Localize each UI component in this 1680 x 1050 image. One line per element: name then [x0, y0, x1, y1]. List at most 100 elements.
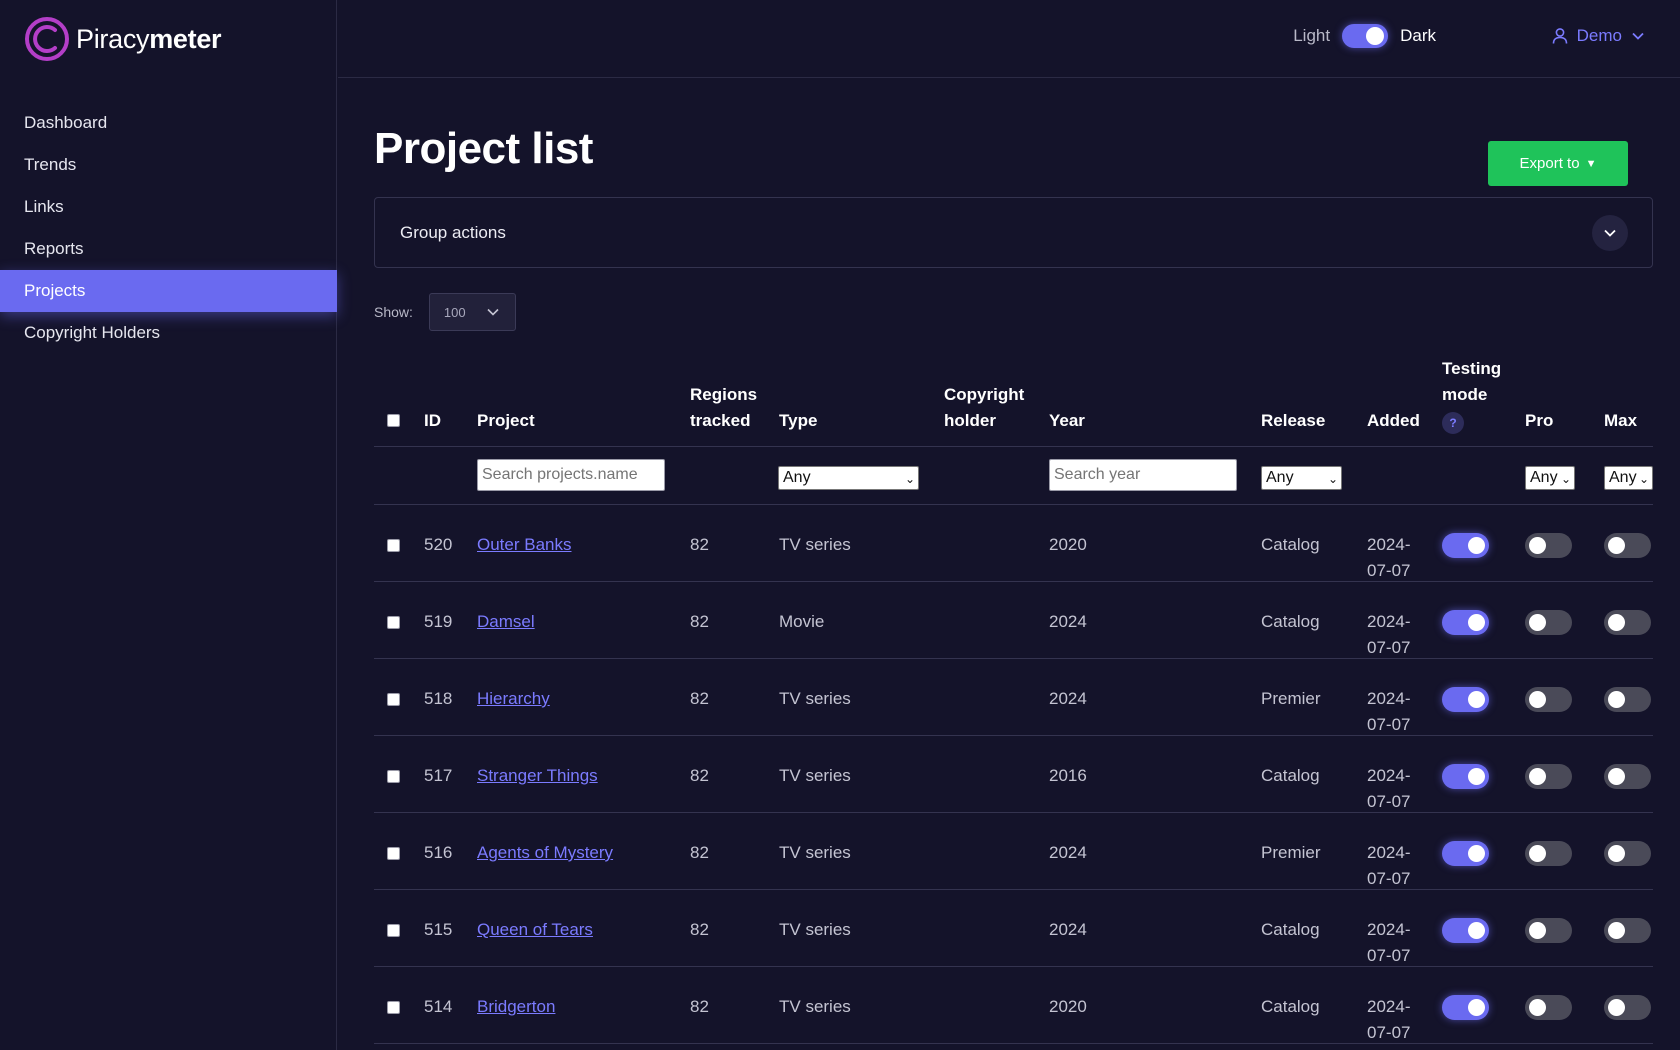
chevron-down-icon: ⌄ [904, 472, 915, 486]
toggle-knob [1608, 845, 1625, 862]
cell-year: 2024 [1049, 920, 1087, 939]
max-toggle[interactable] [1604, 764, 1651, 789]
toggle-knob [1468, 845, 1485, 862]
max-toggle[interactable] [1604, 533, 1651, 558]
max-toggle[interactable] [1604, 995, 1651, 1020]
toggle-knob [1468, 768, 1485, 785]
column-header-testing-line2[interactable]: mode [1442, 382, 1487, 408]
project-search-input[interactable] [477, 459, 665, 491]
pro-filter-select[interactable]: Any ⌄ [1525, 466, 1575, 490]
cell-project-link[interactable]: Stranger Things [477, 763, 598, 789]
cell-year: 2024 [1049, 843, 1087, 862]
chevron-down-icon [1632, 32, 1644, 40]
testing-mode-toggle[interactable] [1442, 918, 1489, 943]
testing-mode-toggle[interactable] [1442, 764, 1489, 789]
pro-toggle[interactable] [1525, 764, 1572, 789]
sidebar-item-trends[interactable]: Trends [0, 144, 337, 186]
table-row: 517 Stranger Things 82 TV series 2016 Ca… [374, 736, 1653, 813]
cell-id: 519 [424, 612, 453, 631]
show-label: Show: [374, 304, 413, 320]
row-checkbox[interactable] [387, 847, 400, 860]
type-filter-select[interactable]: Any ⌄ [778, 466, 919, 490]
cell-release: Catalog [1261, 997, 1320, 1016]
testing-mode-toggle[interactable] [1442, 841, 1489, 866]
row-checkbox[interactable] [387, 924, 400, 937]
column-header-type[interactable]: Type [779, 408, 817, 434]
cell-added-line2: 07-07 [1367, 1023, 1411, 1042]
max-filter-select[interactable]: Any ⌄ [1604, 466, 1653, 490]
testing-mode-toggle[interactable] [1442, 687, 1489, 712]
export-button[interactable]: Export to ▼ [1488, 141, 1628, 186]
pro-toggle[interactable] [1525, 610, 1572, 635]
chevron-down-icon [487, 308, 499, 316]
column-header-holder-line1[interactable]: Copyright [944, 382, 1024, 408]
column-header-max[interactable]: Max [1604, 408, 1637, 434]
user-menu[interactable]: Demo [1551, 26, 1644, 46]
user-name: Demo [1576, 26, 1622, 45]
testing-mode-toggle[interactable] [1442, 533, 1489, 558]
column-header-holder-line2[interactable]: holder [944, 408, 996, 434]
column-header-regions-line1[interactable]: Regions [690, 382, 757, 408]
cell-added-line2: 07-07 [1367, 715, 1411, 734]
testing-mode-toggle[interactable] [1442, 995, 1489, 1020]
pro-toggle[interactable] [1525, 995, 1572, 1020]
brand-logo[interactable]: Piracymeter [24, 16, 222, 62]
testing-mode-toggle[interactable] [1442, 610, 1489, 635]
release-filter-select[interactable]: Any ⌄ [1261, 466, 1342, 490]
caret-down-icon: ▼ [1585, 157, 1597, 170]
table-row: 516 Agents of Mystery 82 TV series 2024 … [374, 813, 1653, 890]
column-header-added[interactable]: Added [1367, 408, 1420, 434]
cell-regions: 82 [690, 843, 709, 862]
toggle-knob [1529, 922, 1546, 939]
row-checkbox[interactable] [387, 770, 400, 783]
cell-project-link[interactable]: Damsel [477, 609, 535, 635]
sidebar-item-projects[interactable]: Projects [0, 270, 337, 312]
projects-table: ID Project Regions tracked Type Copyrigh… [374, 355, 1653, 1044]
theme-dark-label: Dark [1400, 26, 1436, 45]
max-toggle[interactable] [1604, 687, 1651, 712]
page-size-select[interactable]: 100 [428, 293, 516, 331]
row-checkbox[interactable] [387, 616, 400, 629]
table-row: 520 Outer Banks 82 TV series 2020 Catalo… [374, 505, 1653, 582]
table-filters: Any ⌄ Any ⌄ Any ⌄ Any ⌄ [374, 447, 1653, 505]
year-search-input[interactable] [1049, 459, 1237, 491]
row-checkbox[interactable] [387, 693, 400, 706]
cell-project-link[interactable]: Bridgerton [477, 994, 555, 1020]
cell-added-line1: 2024- [1367, 997, 1411, 1016]
cell-added-line1: 2024- [1367, 612, 1411, 631]
cell-project-link[interactable]: Queen of Tears [477, 917, 593, 943]
max-toggle[interactable] [1604, 918, 1651, 943]
column-header-project[interactable]: Project [477, 408, 535, 434]
column-header-pro[interactable]: Pro [1525, 408, 1553, 434]
row-checkbox[interactable] [387, 539, 400, 552]
sidebar-item-links[interactable]: Links [0, 186, 337, 228]
cell-year: 2020 [1049, 535, 1087, 554]
testing-mode-help-icon[interactable]: ? [1442, 412, 1464, 434]
cell-project-link[interactable]: Agents of Mystery [477, 840, 613, 866]
column-header-testing-line1[interactable]: Testing [1442, 356, 1501, 382]
group-actions-panel[interactable]: Group actions [374, 197, 1653, 268]
pro-filter-value: Any [1530, 469, 1558, 486]
cell-project-link[interactable]: Outer Banks [477, 532, 572, 558]
pro-toggle[interactable] [1525, 533, 1572, 558]
column-header-release[interactable]: Release [1261, 408, 1325, 434]
max-filter-value: Any [1609, 469, 1637, 486]
cell-project-link[interactable]: Hierarchy [477, 686, 550, 712]
row-checkbox[interactable] [387, 1001, 400, 1014]
pro-toggle[interactable] [1525, 918, 1572, 943]
pro-toggle[interactable] [1525, 841, 1572, 866]
group-actions-expand-button[interactable] [1592, 215, 1628, 251]
theme-switch[interactable] [1342, 24, 1389, 48]
sidebar-item-reports[interactable]: Reports [0, 228, 337, 270]
sidebar-item-dashboard[interactable]: Dashboard [0, 102, 337, 144]
column-header-id[interactable]: ID [424, 408, 441, 434]
column-header-regions-line2[interactable]: tracked [690, 408, 750, 434]
cell-type: Movie [779, 612, 825, 631]
column-header-year[interactable]: Year [1049, 408, 1085, 434]
pro-toggle[interactable] [1525, 687, 1572, 712]
max-toggle[interactable] [1604, 841, 1651, 866]
max-toggle[interactable] [1604, 610, 1651, 635]
select-all-checkbox[interactable] [387, 414, 400, 427]
toggle-knob [1468, 999, 1485, 1016]
sidebar-item-copyright-holders[interactable]: Copyright Holders [0, 312, 337, 354]
